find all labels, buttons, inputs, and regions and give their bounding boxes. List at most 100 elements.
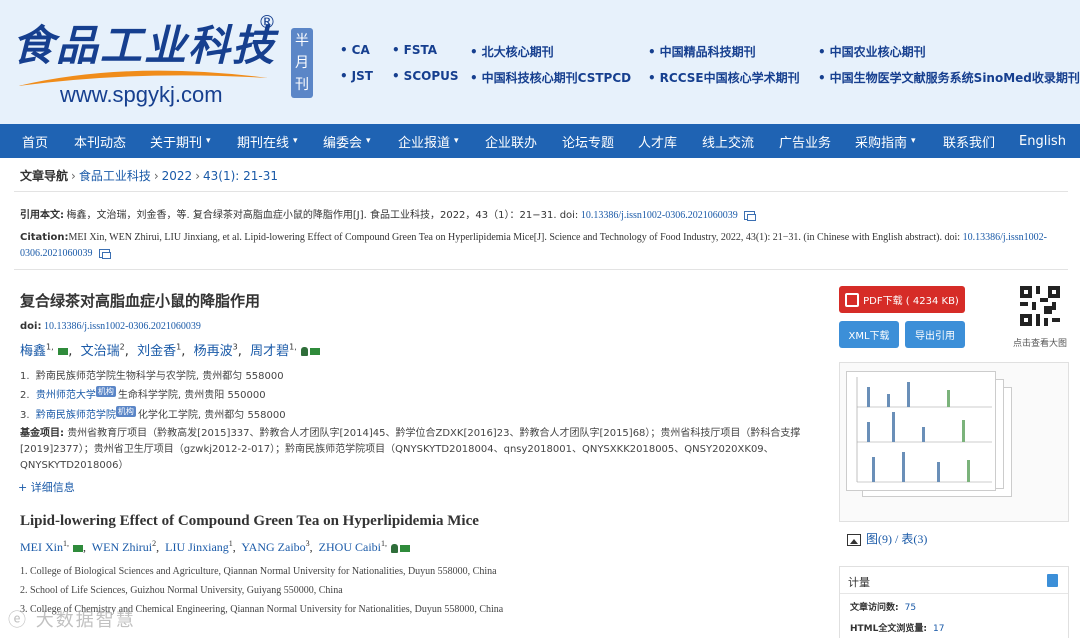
author-link[interactable]: MEI Xin	[20, 540, 63, 554]
breadcrumb: 文章导航 › 食品工业科技 › 2022 › 43(1): 21-31	[20, 169, 279, 183]
site-header: 食品工业科技 ® www.spgykj.com 半月刊 • CA • FSTA • 北…	[0, 0, 1080, 124]
citation-cn-doi-link[interactable]: 10.13386/j.issn1002-0306.2021060039	[581, 210, 738, 221]
index-item: • RCCSE中国核心学术期刊	[648, 71, 800, 85]
html-views: HTML全文浏览量: 17	[850, 624, 945, 634]
author-list-en: MEI Xin1, , WEN Zhirui2, LIU Jinxiang1, …	[20, 539, 410, 555]
watermark: ⓔ 大数据智慧	[8, 610, 136, 631]
nav-item-editorial-board[interactable]: 编委会 ▾	[323, 124, 371, 158]
index-item: • 中国科技核心期刊CSTPCD	[470, 71, 632, 85]
nav-item-online-exchange[interactable]: 线上交流	[702, 124, 754, 158]
caret-down-icon: ▾	[293, 136, 298, 146]
index-item: • JST	[340, 69, 373, 83]
index-item: • SCOPUS	[392, 69, 459, 83]
nav-item-enterprise-partners[interactable]: 企业联办	[485, 124, 537, 158]
xml-download-button[interactable]: XML下载	[839, 321, 899, 348]
breadcrumb-year-link[interactable]: 2022	[162, 169, 193, 183]
affiliation-en: 2. School of Life Sciences, Guizhou Norm…	[20, 585, 343, 596]
funding: 基金项目: 贵州省教育厅项目（黔教高发[2015]337、黔教合人才团队字[20…	[20, 426, 810, 474]
author-link[interactable]: YANG Zaibo	[241, 540, 305, 554]
main-nav: 首页 本刊动态 关于期刊 ▾ 期刊在线 ▾ 编委会 ▾ 企业报道 ▾ 企业联办 论坛专题…	[0, 124, 1080, 158]
more-details-link[interactable]: + 详细信息	[18, 479, 75, 495]
nav-item-forum[interactable]: 论坛专题	[562, 124, 614, 158]
mail-icon[interactable]	[58, 348, 69, 355]
index-item: • CA	[340, 43, 370, 57]
mail-icon[interactable]	[73, 544, 83, 552]
mail-icon[interactable]	[400, 544, 410, 552]
author-link[interactable]: LIU Jinxiang	[165, 540, 229, 554]
author-link[interactable]: 杨再波	[194, 344, 233, 359]
article-title-en: Lipid-lowering Effect of Compound Green …	[20, 513, 479, 529]
breadcrumb-journal-link[interactable]: 食品工业科技	[79, 169, 151, 183]
nav-item-advertising[interactable]: 广告业务	[779, 124, 831, 158]
index-item: • FSTA	[392, 43, 438, 57]
nav-item-home[interactable]: 首页	[22, 124, 48, 158]
journal-logo[interactable]: 食品工业科技 ® www.spgykj.com	[8, 12, 288, 112]
export-citation-button[interactable]: 导出引用	[905, 321, 965, 348]
article-doi: doi: 10.13386/j.issn1002-0306.2021060039	[20, 321, 201, 332]
nav-item-purchasing[interactable]: 采购指南 ▾	[855, 124, 916, 158]
logo-url: www.spgykj.com	[60, 82, 223, 107]
article-title-cn: 复合绿茶对高脂血症小鼠的降脂作用	[20, 292, 261, 310]
author-list-cn: 梅鑫1, , 文治瑞2, 刘金香1, 杨再波3, 周才碧1,	[20, 340, 321, 359]
institution-tag[interactable]: 机构	[115, 406, 136, 417]
caret-down-icon: ▾	[454, 136, 459, 146]
citation-cn-text: 梅鑫，文治瑞，刘金香，等. 复合绿茶对高脂血症小鼠的降脂作用[J]. 食品工业科…	[66, 210, 579, 221]
person-icon[interactable]	[301, 347, 309, 356]
affiliation-cn: 1. 黔南民族师范学院生物科学与农学院, 贵州都匀 558000	[20, 371, 284, 382]
citation-en-label: Citation:	[20, 232, 69, 243]
article-doi-link[interactable]: 10.13386/j.issn1002-0306.2021060039	[44, 321, 201, 332]
logo-title: 食品工业科技	[12, 21, 277, 70]
index-item: • 中国农业核心期刊	[818, 45, 926, 59]
nav-item-news[interactable]: 本刊动态	[74, 124, 126, 158]
figure-preview[interactable]	[839, 362, 1069, 522]
index-item: • 中国生物医学文献服务系统SinoMed收录期刊	[818, 71, 1080, 85]
nav-item-about[interactable]: 关于期刊 ▾	[150, 124, 211, 158]
person-icon[interactable]	[391, 543, 398, 553]
funding-label: 基金项目:	[20, 428, 64, 439]
affiliation-en: 1. College of Biological Sciences and Ag…	[20, 566, 497, 577]
nav-item-online[interactable]: 期刊在线 ▾	[237, 124, 298, 158]
author-link[interactable]: 周才碧	[250, 344, 289, 359]
citation-en: Citation: MEI Xin, WEN Zhirui, LIU Jinxi…	[20, 230, 1060, 262]
institution-link[interactable]: 黔南民族师范学院	[36, 410, 116, 421]
institution-tag[interactable]: 机构	[95, 386, 116, 397]
tables-link[interactable]: 表(3)	[901, 532, 927, 546]
breadcrumb-issue-link[interactable]: 43(1): 21-31	[203, 169, 278, 183]
divider	[14, 269, 1068, 270]
pdf-download-button[interactable]: PDF下载 ( 4234 KB)	[839, 286, 965, 313]
author-link[interactable]: ZHOU Caibi	[319, 540, 381, 554]
caret-down-icon: ▾	[366, 136, 371, 146]
qr-caption: 点击查看大图	[1013, 339, 1068, 349]
affiliation-cn: 3. 黔南民族师范学院 机构 化学化工学院, 贵州都匀 558000	[20, 406, 286, 421]
figures-link[interactable]: 图(9)	[866, 532, 892, 546]
copy-icon[interactable]	[744, 211, 757, 222]
nav-item-english[interactable]: English	[1019, 124, 1066, 158]
divider	[14, 191, 1068, 192]
author-link[interactable]: 文治瑞	[81, 344, 120, 359]
article-visits: 文章访问数: 75	[850, 603, 917, 613]
metrics-title: 计量	[848, 576, 870, 589]
citation-en-text: MEI Xin, WEN Zhirui, LIU Jinxiang, et al…	[68, 232, 961, 243]
image-icon	[847, 534, 861, 547]
qr-code-icon[interactable]	[1020, 286, 1060, 326]
registered-mark: ®	[258, 12, 276, 33]
institution-link[interactable]: 贵州师范大学	[36, 390, 96, 401]
figure-thumbnail	[846, 371, 996, 491]
citation-cn-label: 引用本文:	[20, 210, 64, 221]
author-link[interactable]: WEN Zhirui	[92, 540, 152, 554]
caret-down-icon: ▾	[206, 136, 211, 146]
index-item: • 北大核心期刊	[470, 45, 554, 59]
metrics-panel: 计量 文章访问数: 75 HTML全文浏览量: 17	[839, 566, 1069, 638]
author-link[interactable]: 刘金香	[137, 344, 176, 359]
nav-item-enterprise-reports[interactable]: 企业报道 ▾	[398, 124, 459, 158]
copy-icon[interactable]	[99, 249, 111, 260]
citation-cn: 引用本文: 梅鑫，文治瑞，刘金香，等. 复合绿茶对高脂血症小鼠的降脂作用[J].…	[20, 208, 1060, 224]
figures-tables-link[interactable]: 图(9) / 表(3)	[847, 530, 927, 547]
nav-item-talent[interactable]: 人才库	[638, 124, 677, 158]
caret-down-icon: ▾	[911, 136, 916, 146]
funding-text: 贵州省教育厅项目（黔教高发[2015]337、黔教合人才团队字[2014]45、…	[20, 428, 801, 471]
nav-item-contact[interactable]: 联系我们	[943, 124, 995, 158]
author-link[interactable]: 梅鑫	[20, 344, 46, 359]
mail-icon[interactable]	[310, 348, 321, 355]
document-icon[interactable]	[1047, 574, 1058, 587]
